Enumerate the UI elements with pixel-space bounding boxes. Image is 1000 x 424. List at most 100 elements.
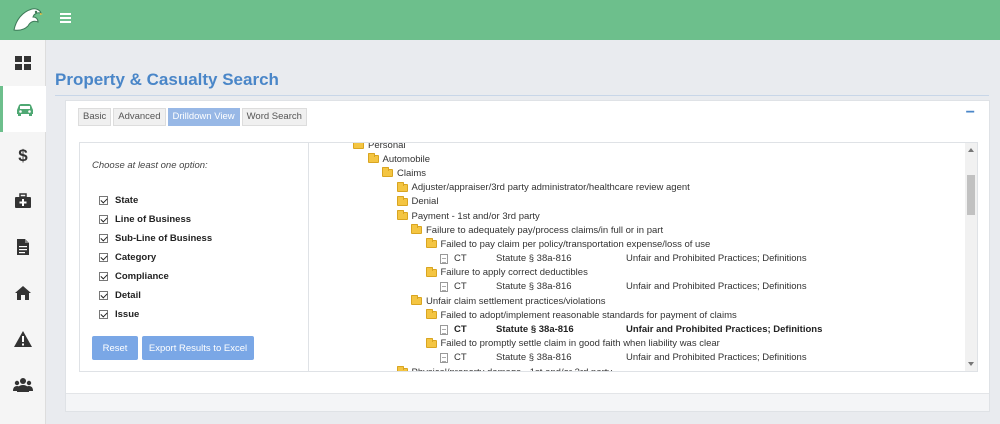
tree-folder-node[interactable]: Unfair claim settlement practices/violat… bbox=[309, 294, 964, 308]
leaf-statute-title: Unfair and Prohibited Practices; Definit… bbox=[626, 253, 807, 265]
folder-open-icon bbox=[411, 224, 422, 235]
checkbox-state[interactable] bbox=[99, 196, 108, 205]
tree-folder-node[interactable]: Adjuster/appraiser/3rd party administrat… bbox=[309, 181, 964, 195]
tree-leaf-statute[interactable]: CT Statute § 38a-816 Unfair and Prohibited… bbox=[309, 351, 964, 365]
eagle-logo-icon[interactable] bbox=[10, 4, 44, 36]
car-icon bbox=[16, 104, 33, 116]
tab-drilldown-view[interactable]: Drilldown View bbox=[167, 108, 240, 126]
leaf-statute-title: Unfair and Prohibited Practices; Definit… bbox=[626, 281, 807, 293]
sidebar-item-dashboard[interactable] bbox=[0, 40, 46, 86]
folder-open-icon bbox=[425, 238, 437, 249]
sidebar-item-home[interactable] bbox=[0, 270, 46, 316]
sidebar-item-medical[interactable] bbox=[0, 178, 46, 224]
folder-open-icon bbox=[425, 309, 437, 320]
tree-folder-node[interactable]: Denial bbox=[309, 195, 964, 209]
tree-node-label: Payment - 1st and/or 3rd party bbox=[411, 210, 540, 222]
scroll-thumb[interactable] bbox=[967, 175, 975, 215]
page-title: Property & Casualty Search bbox=[55, 70, 279, 89]
options-prompt: Choose at least one option: bbox=[92, 160, 208, 171]
search-tabs: Basic Advanced Drilldown View Word Searc… bbox=[78, 108, 307, 126]
leaf-state-code: CT bbox=[454, 324, 467, 336]
tree-list: Personal Automobile Claims Adjuster/apprais… bbox=[309, 142, 964, 371]
option-compliance[interactable]: Compliance bbox=[99, 267, 212, 286]
checkbox-detail[interactable] bbox=[99, 291, 108, 300]
export-excel-button[interactable]: Export Results to Excel bbox=[142, 336, 254, 360]
sidebar: $ bbox=[0, 40, 46, 424]
option-issue[interactable]: Issue bbox=[99, 305, 212, 324]
checkbox-line-of-business[interactable] bbox=[99, 215, 108, 224]
document-icon bbox=[440, 281, 448, 292]
tree-folder-node[interactable]: Physical/property damage - 1st and/or 3r… bbox=[309, 365, 964, 371]
panel-footer bbox=[66, 393, 989, 411]
option-line-of-business[interactable]: Line of Business bbox=[99, 210, 212, 229]
tree-folder-node[interactable]: Failed to adopt/implement reasonable sta… bbox=[309, 308, 964, 322]
sidebar-item-documents[interactable] bbox=[0, 224, 46, 270]
tree-node-label: Unfair claim settlement practices/violat… bbox=[426, 295, 606, 307]
tree-folder-node[interactable]: Claims bbox=[309, 166, 964, 180]
leaf-statute-number: Statute § 38a-816 bbox=[496, 324, 574, 336]
search-panel: Basic Advanced Drilldown View Word Searc… bbox=[65, 100, 990, 412]
option-category[interactable]: Category bbox=[99, 248, 212, 267]
dollar-icon: $ bbox=[18, 146, 28, 165]
folder-open-icon bbox=[396, 195, 408, 206]
tree-folder-node[interactable]: Failed to promptly settle claim in good … bbox=[309, 337, 964, 351]
tree-node-label: Failed to pay claim per policy/transport… bbox=[440, 238, 711, 250]
leaf-statute-number: Statute § 38a-816 bbox=[496, 352, 572, 364]
sidebar-item-finance[interactable]: $ bbox=[0, 132, 46, 178]
medical-kit-icon bbox=[15, 193, 31, 208]
document-icon bbox=[440, 324, 448, 335]
sidebar-item-users[interactable] bbox=[0, 362, 46, 408]
folder-open-icon bbox=[367, 153, 379, 164]
leaf-state-code: CT bbox=[454, 253, 467, 265]
tree-leaf-statute[interactable]: CT Statute § 38a-816 Unfair and Prohibited… bbox=[309, 322, 964, 336]
option-sub-line-of-business[interactable]: Sub-Line of Business bbox=[99, 229, 212, 248]
tab-basic[interactable]: Basic bbox=[78, 108, 112, 126]
tree-leaf-statute[interactable]: CT Statute § 38a-816 Unfair and Prohibited… bbox=[309, 252, 964, 266]
document-icon bbox=[440, 352, 448, 363]
tree-leaf-statute[interactable]: CT Statute § 38a-816 Unfair and Prohibited… bbox=[309, 280, 964, 294]
checkbox-issue[interactable] bbox=[99, 310, 108, 319]
folder-open-icon bbox=[425, 337, 437, 348]
home-icon bbox=[15, 286, 31, 300]
folder-open-icon bbox=[396, 181, 408, 192]
reset-button[interactable]: Reset bbox=[92, 336, 138, 360]
checkbox-sub-line-of-business[interactable] bbox=[99, 234, 108, 243]
tab-advanced[interactable]: Advanced bbox=[113, 108, 166, 126]
tree-node-label: Failed to promptly settle claim in good … bbox=[440, 338, 720, 350]
drilldown-tree: Personal Automobile Claims Adjuster/apprais… bbox=[308, 142, 978, 372]
svg-text:$: $ bbox=[18, 146, 28, 165]
checkbox-category[interactable] bbox=[99, 253, 108, 262]
option-state[interactable]: State bbox=[99, 191, 212, 210]
tree-scrollbar[interactable] bbox=[965, 143, 977, 371]
folder-open-icon bbox=[411, 295, 422, 306]
option-detail[interactable]: Detail bbox=[99, 286, 212, 305]
tab-word-search[interactable]: Word Search bbox=[241, 108, 307, 126]
scroll-down-icon[interactable] bbox=[968, 362, 974, 366]
tree-folder-node[interactable]: Payment - 1st and/or 3rd party bbox=[309, 209, 964, 223]
document-icon bbox=[17, 239, 29, 255]
leaf-state-code: CT bbox=[454, 281, 467, 293]
sidebar-item-automobile[interactable] bbox=[0, 86, 46, 132]
users-icon bbox=[13, 378, 33, 392]
tree-folder-node[interactable]: Failure to apply correct deductibles bbox=[309, 266, 964, 280]
tree-folder-node[interactable]: Personal bbox=[309, 142, 964, 152]
top-bar bbox=[0, 0, 1000, 40]
tree-folder-node[interactable]: Automobile bbox=[309, 152, 964, 166]
checkbox-compliance[interactable] bbox=[99, 272, 108, 281]
tree-folder-node[interactable]: Failed to pay claim per policy/transport… bbox=[309, 237, 964, 251]
folder-open-icon bbox=[396, 210, 408, 221]
tree-folder-node[interactable]: Failure to adequately pay/process claims… bbox=[309, 223, 964, 237]
leaf-statute-number: Statute § 38a-816 bbox=[496, 253, 572, 265]
options-list: State Line of Business Sub-Line of Busin… bbox=[99, 191, 212, 324]
sidebar-item-warnings[interactable] bbox=[0, 316, 46, 362]
collapse-panel-button[interactable]: − bbox=[966, 104, 975, 122]
options-box: Choose at least one option: State Line o… bbox=[79, 142, 315, 372]
tree-node-label: Failure to apply correct deductibles bbox=[440, 267, 588, 279]
warning-icon bbox=[14, 331, 32, 347]
hamburger-icon[interactable] bbox=[60, 13, 71, 25]
tree-node-label: Failed to adopt/implement reasonable sta… bbox=[440, 309, 737, 321]
tree-node-label: Personal bbox=[368, 142, 406, 151]
tree-node-label: Automobile bbox=[382, 153, 431, 165]
tree-node-label: Claims bbox=[397, 167, 427, 179]
scroll-up-icon[interactable] bbox=[968, 148, 974, 152]
